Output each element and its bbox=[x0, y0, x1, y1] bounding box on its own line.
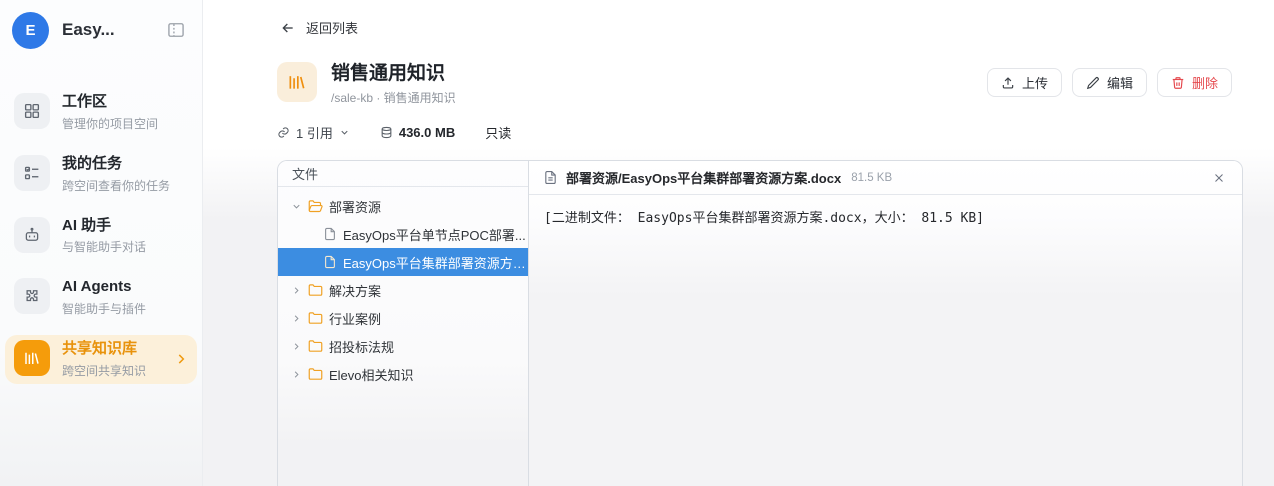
app-name: Easy... bbox=[62, 20, 115, 39]
sidebar-item-desc: 智能助手与插件 bbox=[62, 302, 147, 316]
sidebar-item-desc: 与智能助手对话 bbox=[62, 240, 147, 255]
kb-title-block: 销售通用知识 /sale-kb · 销售通用知识 bbox=[277, 58, 456, 106]
readonly-badge: 只读 bbox=[485, 126, 512, 141]
pencil-icon bbox=[1086, 76, 1099, 89]
sidebar-item-ai-assistant[interactable]: AI 助手 与智能助手对话 bbox=[5, 212, 197, 261]
task-list-icon bbox=[14, 154, 50, 191]
preview-filesize: 81.5 KB bbox=[851, 171, 893, 184]
document-icon bbox=[543, 170, 558, 185]
grid-icon bbox=[14, 93, 50, 129]
upload-icon bbox=[1002, 76, 1014, 89]
sidebar-item-label: AI 助手 bbox=[62, 216, 112, 234]
folder-icon bbox=[308, 283, 323, 298]
chevron-right-icon bbox=[174, 352, 188, 366]
tree-folder-elevo-knowledge[interactable]: Elevo相关知识 bbox=[278, 360, 528, 388]
logo-row: E Easy... bbox=[0, 0, 202, 60]
delete-button[interactable]: 删除 bbox=[1156, 68, 1232, 97]
folder-icon bbox=[308, 339, 323, 354]
trash-icon bbox=[1172, 76, 1184, 89]
app-window: E Easy... 工作区 管理你的项目空间 我的任务 跨空间查看你的任务 AI… bbox=[0, 0, 1274, 486]
back-arrow-icon bbox=[282, 23, 293, 32]
sidebar-item-label: AI Agents bbox=[62, 278, 132, 296]
tree-folder-deploy-resources[interactable]: 部署资源 bbox=[278, 192, 528, 220]
upload-button[interactable]: 上传 bbox=[986, 68, 1062, 97]
sidebar-item-desc: 跨空间查看你的任务 bbox=[62, 178, 171, 193]
preview-filename: 部署资源/EasyOps平台集群部署资源方案.docx bbox=[566, 171, 842, 186]
tree-folder-bidding-regulations[interactable]: 招投标法规 bbox=[278, 332, 528, 360]
tree-file-poc-deploy[interactable]: EasyOps平台单节点POC部署... bbox=[278, 220, 528, 248]
library-icon bbox=[14, 340, 50, 376]
action-buttons: 上传 编辑 删除 bbox=[986, 68, 1232, 97]
folder-open-icon bbox=[308, 199, 323, 214]
sidebar-item-ai-agents[interactable]: AI Agents 智能助手与插件 bbox=[5, 273, 197, 322]
kb-header: 销售通用知识 /sale-kb · 销售通用知识 上传 编辑 删除 bbox=[203, 37, 1274, 106]
chevron-down-icon[interactable] bbox=[290, 201, 302, 212]
sidebar-item-label: 我的任务 bbox=[62, 154, 123, 172]
edit-button[interactable]: 编辑 bbox=[1071, 68, 1147, 97]
app-logo: E bbox=[12, 11, 49, 49]
sidebar-nav: 工作区 管理你的项目空间 我的任务 跨空间查看你的任务 AI 助手 与智能助手对… bbox=[0, 88, 202, 397]
close-icon[interactable] bbox=[1208, 167, 1230, 189]
sidebar-item-desc: 管理你的项目空间 bbox=[62, 116, 159, 131]
file-preview-panel: 部署资源/EasyOps平台集群部署资源方案.docx 81.5 KB [二进制… bbox=[529, 161, 1242, 486]
file-icon bbox=[323, 227, 337, 241]
file-tree-header: 文件 bbox=[278, 161, 528, 187]
chevron-right-icon[interactable] bbox=[290, 369, 302, 380]
sidebar-item-workspace[interactable]: 工作区 管理你的项目空间 bbox=[5, 88, 197, 137]
robot-icon bbox=[14, 216, 50, 253]
chevron-right-icon[interactable] bbox=[290, 341, 302, 352]
tree-folder-solutions[interactable]: 解决方案 bbox=[278, 276, 528, 304]
sidebar-collapse-icon[interactable] bbox=[164, 18, 188, 42]
folder-icon bbox=[308, 311, 323, 326]
file-tree: 部署资源 EasyOps平台单节点POC部署... EasyOps平台集群部署资… bbox=[278, 187, 528, 388]
sidebar-item-shared-kb[interactable]: 共享知识库 跨空间共享知识 bbox=[5, 335, 197, 384]
sidebar-item-my-tasks[interactable]: 我的任务 跨空间查看你的任务 bbox=[5, 150, 197, 199]
sidebar-item-label: 共享知识库 bbox=[62, 340, 138, 357]
tree-folder-industry-cases[interactable]: 行业案例 bbox=[278, 304, 528, 332]
kb-subtitle: /sale-kb · 销售通用知识 bbox=[331, 91, 456, 105]
sidebar: E Easy... 工作区 管理你的项目空间 我的任务 跨空间查看你的任务 AI… bbox=[0, 0, 203, 486]
chevron-down-icon bbox=[341, 130, 348, 135]
file-tree-panel: 文件 部署资源 EasyOps平台单节点POC部署... EasyOps平台集群… bbox=[278, 161, 529, 486]
kb-content-panels: 文件 部署资源 EasyOps平台单节点POC部署... EasyOps平台集群… bbox=[277, 160, 1243, 486]
sidebar-item-label: 工作区 bbox=[62, 93, 108, 110]
link-icon bbox=[278, 127, 289, 138]
storage-size-value: 436.0 MB bbox=[398, 125, 456, 140]
file-icon bbox=[323, 255, 337, 269]
library-icon bbox=[277, 62, 317, 102]
kb-stats-row: 1 引用 436.0 MB 只读 bbox=[203, 106, 1274, 142]
chevron-right-icon[interactable] bbox=[290, 313, 302, 324]
storage-icon bbox=[381, 126, 392, 139]
file-preview-header: 部署资源/EasyOps平台集群部署资源方案.docx 81.5 KB bbox=[529, 161, 1242, 195]
back-to-list-button[interactable]: 返回列表 bbox=[203, 0, 400, 37]
page-title: 销售通用知识 bbox=[331, 63, 446, 84]
tree-file-cluster-deploy-selected[interactable]: EasyOps平台集群部署资源方案... bbox=[278, 248, 528, 276]
preview-content-text: [二进制文件： EasyOps平台集群部署资源方案.docx，大小： 81.5 … bbox=[544, 211, 985, 226]
storage-size-stat: 436.0 MB bbox=[380, 125, 455, 140]
references-count: 1 引用 bbox=[296, 126, 333, 141]
back-label: 返回列表 bbox=[306, 21, 359, 36]
sidebar-item-desc: 跨空间共享知识 bbox=[62, 363, 147, 378]
main-content: 返回列表 销售通用知识 /sale-kb · 销售通用知识 上传 编辑 删除 1… bbox=[203, 0, 1274, 486]
folder-icon bbox=[308, 367, 323, 382]
puzzle-icon bbox=[14, 278, 50, 315]
chevron-right-icon[interactable] bbox=[290, 285, 302, 296]
references-dropdown[interactable]: 1 引用 bbox=[277, 123, 350, 142]
